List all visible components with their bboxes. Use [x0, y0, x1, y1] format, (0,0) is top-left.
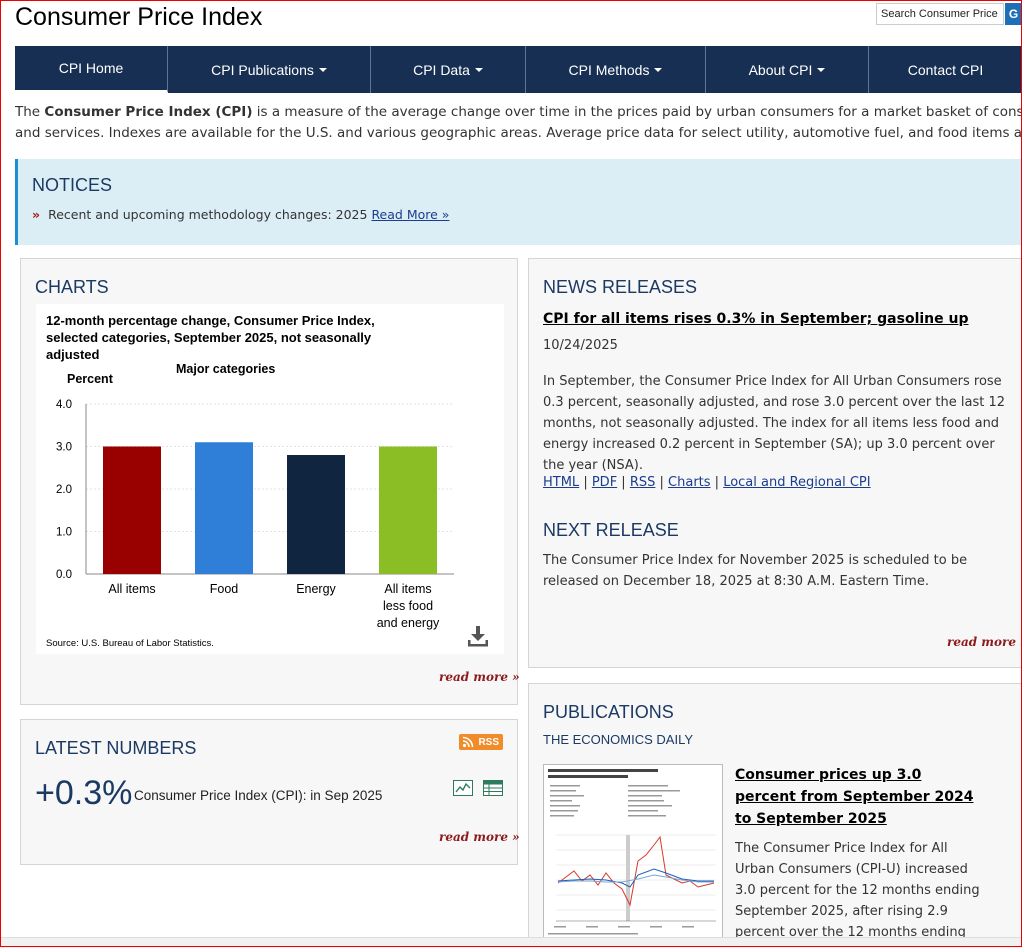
publication-thumbnail[interactable] [543, 764, 723, 939]
search-input[interactable]: Search Consumer Price [876, 3, 1004, 25]
news-links: HTML | PDF | RSS | Charts | Local and Re… [543, 475, 871, 490]
x-tick-label: Energy [296, 582, 336, 596]
x-tick-label: All items [384, 582, 431, 596]
news-read-more-link[interactable]: read more » [947, 635, 1022, 649]
rss-icon [462, 736, 474, 748]
main-nav: CPI Home CPI Publications CPI Data CPI M… [15, 46, 1022, 93]
chevron-down-icon [817, 68, 825, 72]
nav-label: CPI Data [413, 62, 470, 78]
news-date: 10/24/2025 [543, 338, 618, 353]
nav-cpi-data[interactable]: CPI Data [371, 46, 526, 93]
charts-read-more-link[interactable]: read more » [439, 670, 520, 684]
news-link-rss[interactable]: RSS [630, 475, 656, 490]
nav-cpi-home[interactable]: CPI Home [15, 46, 168, 93]
y-tick-label: 3.0 [56, 442, 72, 454]
latest-numbers-panel: LATEST NUMBERS RSS +0.3% Consumer Price … [20, 719, 518, 865]
x-tick-label: Food [210, 582, 239, 596]
news-title: NEWS RELEASES [543, 277, 697, 298]
notice-read-more-link[interactable]: Read More » [371, 207, 449, 222]
intro-prefix: The [15, 104, 44, 120]
publication-headline-link[interactable]: Consumer prices up 3.0 percent from Sept… [735, 764, 985, 830]
nav-label: CPI Home [59, 60, 124, 76]
bar-all-items-less-food-and-energy [379, 447, 437, 575]
publication-thumbnail-chart [544, 765, 722, 938]
news-headline-link[interactable]: CPI for all items rises 0.3% in Septembe… [543, 311, 969, 327]
intro-text: The Consumer Price Index (CPI) is a meas… [15, 102, 1022, 144]
y-tick-label: 4.0 [56, 399, 72, 411]
latest-value: +0.3% [35, 774, 132, 813]
double-chevron-icon: » [32, 207, 40, 222]
nav-label: CPI Publications [211, 62, 314, 78]
y-tick-label: 1.0 [56, 527, 72, 539]
intro-line1: is a measure of the average change over … [253, 104, 1022, 120]
notice-item: » Recent and upcoming methodology changes… [32, 207, 449, 222]
download-icon[interactable] [466, 624, 490, 648]
search-button[interactable]: G [1005, 3, 1022, 25]
chevron-down-icon [319, 68, 327, 72]
nav-cpi-methods[interactable]: CPI Methods [526, 46, 706, 93]
table-icon[interactable] [483, 780, 503, 796]
rss-label: RSS [478, 737, 499, 748]
chart-source: Source: U.S. Bureau of Labor Statistics. [46, 638, 214, 649]
next-release-body: The Consumer Price Index for November 20… [543, 550, 1013, 592]
intro-line2: and services. Indexes are available for … [15, 125, 1022, 141]
news-link-local-regional[interactable]: Local and Regional CPI [723, 475, 870, 490]
bar-all-items [103, 447, 161, 575]
bar-energy [287, 455, 345, 574]
x-tick-label: and energy [377, 616, 440, 630]
chevron-down-icon [654, 68, 662, 72]
next-release-title: NEXT RELEASE [543, 520, 679, 541]
nav-label: Contact CPI [908, 62, 983, 78]
news-link-pdf[interactable]: PDF [592, 475, 617, 490]
bar-food [195, 442, 253, 574]
notice-text: Recent and upcoming methodology changes:… [48, 207, 371, 222]
latest-title: LATEST NUMBERS [35, 738, 196, 759]
bar-chart: 0.0 1.0 2.0 3.0 4.0 All items Food Energy All it… [36, 304, 504, 644]
nav-label: About CPI [749, 62, 813, 78]
nav-contact-cpi[interactable]: Contact CPI [869, 46, 1022, 93]
news-body: In September, the Consumer Price Index f… [543, 371, 1013, 476]
chart-card[interactable]: 12-month percentage change, Consumer Pri… [36, 304, 504, 654]
y-tick-label: 2.0 [56, 484, 72, 496]
line-chart-icon[interactable] [453, 780, 473, 796]
publications-title: PUBLICATIONS [543, 702, 674, 723]
x-tick-label: All items [108, 582, 155, 596]
nav-label: CPI Methods [569, 62, 650, 78]
x-tick-label: less food [383, 599, 433, 613]
charts-title: CHARTS [35, 277, 109, 298]
publication-body: The Consumer Price Index for All Urban C… [735, 838, 985, 943]
horizontal-scrollbar[interactable] [0, 937, 1022, 948]
charts-panel: CHARTS 12-month percentage change, Consu… [20, 258, 518, 705]
notices-title: NOTICES [32, 175, 112, 196]
news-releases-panel: NEWS RELEASES CPI for all items rises 0.… [528, 258, 1022, 668]
chevron-down-icon [475, 68, 483, 72]
latest-read-more-link[interactable]: read more » [439, 830, 520, 844]
nav-about-cpi[interactable]: About CPI [706, 46, 869, 93]
notices-box: NOTICES » Recent and upcoming methodology… [15, 159, 1022, 245]
publications-panel: PUBLICATIONS THE ECONOMICS DAILY [528, 683, 1022, 947]
latest-label: Consumer Price Index (CPI): in Sep 2025 [134, 788, 382, 803]
publications-subtitle: THE ECONOMICS DAILY [543, 732, 693, 747]
news-link-charts[interactable]: Charts [668, 475, 711, 490]
news-link-html[interactable]: HTML [543, 475, 579, 490]
intro-bold: Consumer Price Index (CPI) [44, 104, 252, 120]
rss-button[interactable]: RSS [459, 734, 503, 750]
y-tick-label: 0.0 [56, 569, 72, 581]
page-title: Consumer Price Index [15, 3, 262, 32]
nav-cpi-publications[interactable]: CPI Publications [168, 46, 371, 93]
